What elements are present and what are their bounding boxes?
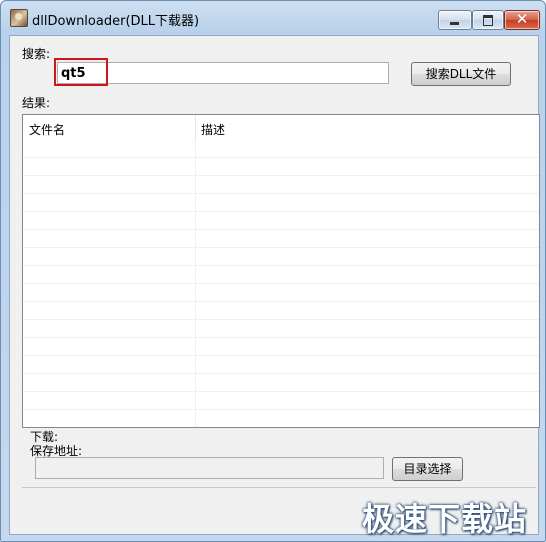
row-grid-line	[23, 337, 539, 338]
row-grid-line	[23, 391, 539, 392]
watermark-text: 极速下载站	[361, 500, 527, 538]
save-path-field[interactable]	[35, 457, 384, 479]
minimize-icon	[450, 22, 459, 25]
row-grid-line	[23, 157, 539, 158]
search-input-value: qt5	[61, 66, 86, 81]
app-avatar-icon	[10, 9, 28, 27]
search-dll-button[interactable]: 搜索DLL文件	[411, 62, 511, 86]
close-button[interactable]: ✕	[504, 10, 540, 30]
title-bar[interactable]: dllDownloader(DLL下载器) ✕	[1, 1, 545, 35]
results-table[interactable]: 文件名 描述	[22, 114, 540, 428]
results-table-header: 文件名 描述	[23, 115, 539, 139]
search-input[interactable]: qt5	[57, 62, 389, 84]
minimize-button[interactable]	[438, 10, 472, 30]
row-grid-line	[23, 247, 539, 248]
row-grid-line	[23, 211, 539, 212]
column-header-filename[interactable]: 文件名	[29, 121, 65, 138]
search-label: 搜索:	[22, 47, 51, 61]
row-grid-line	[23, 265, 539, 266]
row-grid-line	[23, 175, 539, 176]
app-window: dllDownloader(DLL下载器) ✕ 搜索: qt5 搜索DLL文件 …	[0, 0, 546, 542]
results-label: 结果:	[22, 96, 51, 110]
row-grid-line	[23, 229, 539, 230]
maximize-icon	[483, 15, 493, 26]
row-grid-line	[23, 319, 539, 320]
column-divider[interactable]	[195, 115, 196, 139]
row-grid-line	[23, 283, 539, 284]
column-header-description[interactable]: 描述	[201, 121, 225, 138]
maximize-button[interactable]	[472, 10, 504, 30]
row-grid-line	[23, 193, 539, 194]
window-title: dllDownloader(DLL下载器)	[32, 14, 200, 29]
directory-select-button[interactable]: 目录选择	[392, 457, 463, 481]
row-grid-line	[23, 355, 539, 356]
row-grid-line	[23, 409, 539, 410]
close-icon: ✕	[515, 10, 529, 28]
row-grid-line	[23, 373, 539, 374]
main-panel: 搜索: qt5 搜索DLL文件 结果: 文件名 描述 下载: 保存地址: 目录选…	[9, 35, 540, 535]
row-grid-line	[23, 301, 539, 302]
